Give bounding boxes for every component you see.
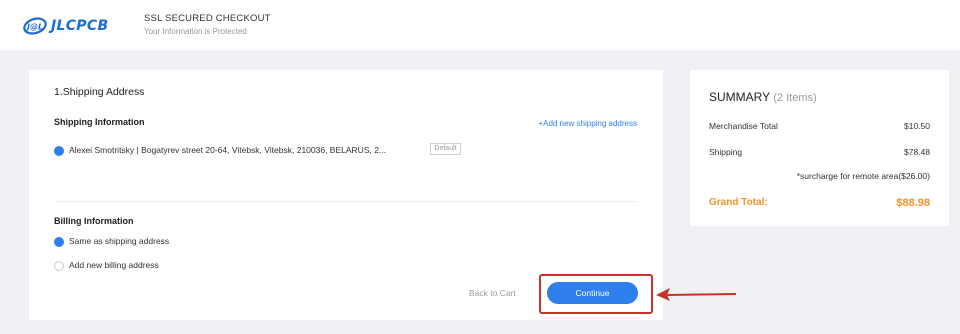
billing-info-title: Billing Information (54, 216, 134, 226)
back-to-cart-link[interactable]: Back to Cart (469, 288, 516, 298)
continue-highlight-box (539, 274, 653, 314)
svg-text:J@L: J@L (25, 23, 43, 32)
billing-new-label[interactable]: Add new billing address (69, 260, 159, 270)
surcharge-note: *surcharge for remote area($26.00) (796, 171, 930, 181)
billing-new-radio[interactable] (54, 261, 64, 271)
billing-same-label[interactable]: Same as shipping address (69, 236, 169, 246)
shipping-section-title: 1.Shipping Address (54, 86, 145, 98)
grand-total-value: $88.98 (896, 197, 930, 209)
top-bar: J@L JLCPCB SSL SECURED CHECKOUT Your Inf… (0, 0, 960, 50)
billing-same-radio[interactable] (54, 237, 64, 247)
jlc-logo-icon: J@L (23, 17, 47, 35)
grand-total-label: Grand Total: (709, 197, 768, 208)
summary-title-text: SUMMARY (709, 90, 770, 104)
address-radio-selected[interactable] (54, 146, 64, 156)
jlcpcb-logo[interactable]: J@L JLCPCB (22, 15, 108, 37)
shipping-row: Shipping $78.48 (709, 147, 930, 157)
merchandise-total-value: $10.50 (904, 121, 930, 131)
grand-total-row: Grand Total: $88.98 (709, 197, 930, 209)
add-shipping-address-link[interactable]: +Add new shipping address (538, 119, 637, 128)
shipping-info-title: Shipping Information (54, 117, 145, 127)
shipping-label: Shipping (709, 147, 743, 157)
ssl-subtitle: Your Information is Protected (144, 27, 247, 36)
shipping-value: $78.48 (904, 147, 930, 157)
red-arrow-icon (656, 288, 737, 301)
default-badge: Default (430, 143, 461, 155)
section-divider (54, 201, 637, 202)
shipping-address-text[interactable]: Alexei Smotritsky | Bogatyrev street 20-… (69, 145, 386, 155)
logo-text: JLCPCB (51, 18, 109, 34)
summary-item-count: (2 Items) (773, 92, 817, 104)
order-summary-card: SUMMARY (2 Items) Merchandise Total $10.… (690, 70, 949, 226)
ssl-title: SSL SECURED CHECKOUT (144, 13, 271, 24)
summary-title: SUMMARY (2 Items) (709, 90, 817, 104)
merchandise-total-row: Merchandise Total $10.50 (709, 121, 930, 131)
merchandise-total-label: Merchandise Total (709, 121, 778, 131)
